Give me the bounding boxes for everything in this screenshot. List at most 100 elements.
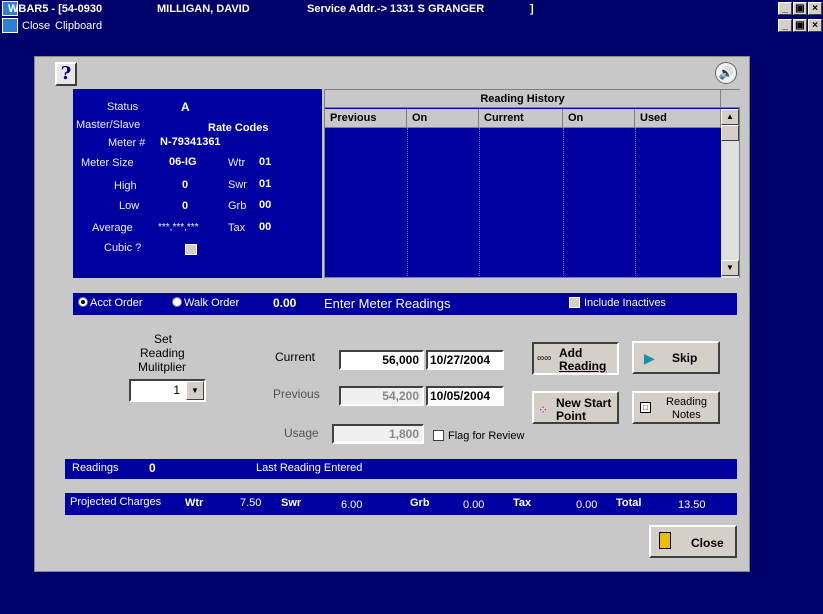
multiplier-select[interactable]: 1 ▼ [129,379,206,402]
meter-size-value: 06-IG [169,156,197,168]
history-scrollbar[interactable]: ▲ ▼ [721,109,739,278]
rate-codes-label: Rate Codes [208,122,269,134]
wtr-charge-label: Wtr [185,497,204,509]
order-bar: Acct Order Walk Order 0.00 Enter Meter R… [73,293,737,315]
column-header-previous[interactable]: Previous [325,109,407,128]
current-label: Current [275,350,316,364]
scroll-thumb[interactable] [721,125,739,141]
new-start-point-label-2: Point [556,409,586,423]
grb-charge-value: 0.00 [463,499,485,511]
column-header-current-on[interactable]: On [563,109,635,128]
new-start-point-button[interactable]: ⁘ New Start Point [532,391,619,424]
minimize-button[interactable]: _ [778,2,792,15]
window-title-app: WBAR5 - [54-0930 [8,3,103,15]
chevron-down-icon[interactable]: ▼ [186,381,204,400]
set-label: Set [154,332,173,346]
meter-info-panel: Status A Master/Slave Rate Codes Meter #… [73,89,322,278]
status-value: A [181,100,190,114]
window-title-service-address: Service Addr.-> 1331 S GRANGER [307,3,485,15]
skip-button[interactable]: ▶ Skip [632,341,720,374]
rate-tax-value: 00 [259,221,272,233]
high-value: 0 [182,179,189,191]
current-reading-input[interactable]: 56,000 [339,350,424,370]
average-value: ***,***,*** [158,222,199,233]
column-header-used[interactable]: Used [635,109,721,128]
total-charge-value: 13.50 [678,499,706,511]
flag-for-review-label: Flag for Review [448,430,525,442]
window-title-customer: MILLIGAN, DAVID [157,3,250,15]
projected-charges-bar: Projected Charges Wtr 7.50 Swr 6.00 Grb … [65,493,737,515]
swr-charge-label: Swr [281,497,302,509]
reading-notes-button[interactable]: □ Reading Notes [632,391,720,424]
include-inactives-label: Include Inactives [584,297,666,309]
flag-for-review-checkbox[interactable]: Flag for Review [433,430,524,442]
high-label: High [114,180,137,192]
multiplier-value: 1 [173,383,180,397]
play-icon: ▶ [644,350,655,366]
radio-selected-icon [78,297,88,307]
tax-charge-label: Tax [513,497,532,509]
swr-charge-value: 6.00 [341,499,363,511]
close-button[interactable]: Close [649,525,737,558]
cubic-checkbox[interactable] [185,244,197,255]
notes-icon: □ [640,402,651,413]
rate-tax-label: Tax [228,222,246,234]
previous-label: Previous [273,387,320,401]
column-header-current[interactable]: Current [479,109,563,128]
current-date-input[interactable]: 10/27/2004 [426,350,504,370]
add-reading-label-1: Add [559,346,583,360]
projected-charges-label: Projected Charges [70,496,162,508]
previous-date-input[interactable]: 10/05/2004 [426,386,504,406]
help-icon[interactable]: ? [55,62,77,86]
document-icon[interactable] [2,18,18,33]
child-minimize-button[interactable]: _ [778,19,792,32]
target-icon: ⁘ [538,403,549,417]
radio-icon [172,297,182,307]
tax-charge-value: 0.00 [576,499,598,511]
rate-wtr-label: Wtr [228,157,246,169]
checkbox-icon [433,430,444,441]
usage-label: Usage [284,426,319,440]
window-title-bracket: ] [530,3,534,15]
status-label: Status [107,101,139,113]
readings-count: 0 [149,461,156,475]
multiplier-label: Mulitplier [138,360,187,374]
rate-swr-label: Swr [228,179,247,191]
title-bar: WBAR5 - [54-0930 MILLIGAN, DAVID Service… [0,0,823,18]
column-divider [407,128,408,278]
include-inactives-checkbox[interactable]: Include Inactives [569,297,666,309]
checkbox-icon [569,297,580,308]
close-window-button[interactable]: × [808,2,822,15]
child-restore-button[interactable]: ▣ [793,19,807,32]
reading-notes-label-2: Notes [672,409,701,421]
new-start-point-label-1: New Start [556,396,612,410]
cubic-label: Cubic ? [104,242,142,254]
column-header-previous-on[interactable]: On [407,109,479,128]
rate-grb-label: Grb [228,200,247,212]
skip-label: Skip [672,351,698,365]
column-divider [479,128,480,278]
menu-close[interactable]: Close [22,20,50,32]
history-header-corner [720,90,740,108]
scroll-down-icon[interactable]: ▼ [721,260,739,276]
column-divider [635,128,636,278]
enter-meter-readings-label: Enter Meter Readings [324,296,451,311]
meter-number-value: N-79341361 [160,136,221,148]
child-close-button[interactable]: × [808,19,822,32]
scroll-up-icon[interactable]: ▲ [721,109,739,125]
restore-button[interactable]: ▣ [793,2,807,15]
column-divider [563,128,564,278]
menu-clipboard[interactable]: Clipboard [55,20,102,32]
rate-grb-value: 00 [259,199,272,211]
wtr-charge-value: 7.50 [240,497,262,509]
average-label: Average [92,222,133,234]
acct-order-radio[interactable]: Acct Order [78,297,143,309]
order-amount: 0.00 [273,296,297,310]
previous-reading-input[interactable]: 54,200 [339,386,424,406]
speaker-icon[interactable]: 🔊 [715,62,737,84]
reading-label: Reading [140,346,185,360]
walk-order-radio[interactable]: Walk Order [172,297,239,309]
add-reading-button[interactable]: ∞∞ Add Reading [532,342,619,375]
usage-input[interactable]: 1,800 [332,424,424,444]
last-reading-entered-label: Last Reading Entered [256,462,363,474]
